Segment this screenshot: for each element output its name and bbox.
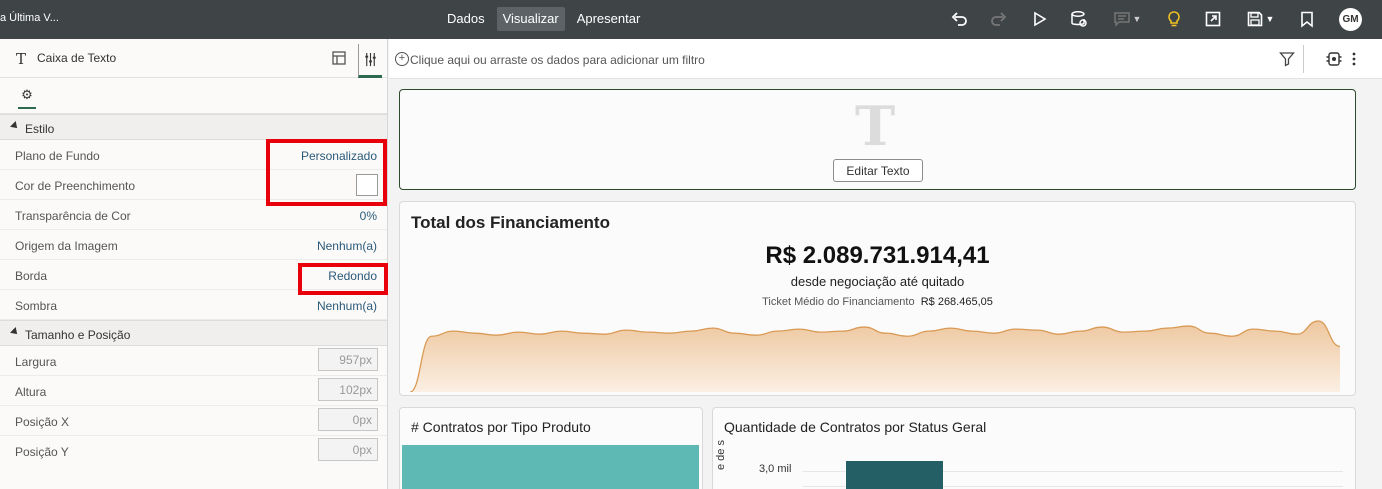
save-menu-icon[interactable]: ▼ bbox=[1243, 9, 1277, 29]
undo-icon[interactable] bbox=[949, 9, 969, 29]
mode-tabs: Dados Visualizar Apresentar bbox=[441, 7, 646, 31]
export-icon[interactable] bbox=[1203, 9, 1223, 29]
prop-width: Largura bbox=[0, 346, 387, 376]
chart1-title: # Contratos por Tipo Produto bbox=[411, 419, 591, 435]
prop-transparency-value[interactable]: 0% bbox=[360, 209, 377, 223]
chart2-bar[interactable] bbox=[846, 461, 943, 489]
bookmark-icon[interactable] bbox=[1297, 9, 1317, 29]
kpi-title: Total dos Financiamento bbox=[411, 213, 610, 232]
kpi-visual[interactable]: Total dos Financiamento R$ 2.089.731.914… bbox=[399, 201, 1356, 396]
collapse-triangle-icon bbox=[10, 121, 20, 131]
kpi-metric-value: R$ 268.465,05 bbox=[920, 296, 993, 308]
section-size-title: Tamanho e Posição bbox=[25, 328, 131, 342]
redo-icon[interactable] bbox=[989, 9, 1009, 29]
filter-placeholder[interactable]: Clique aqui ou arraste os dados para adi… bbox=[410, 53, 705, 67]
posx-input[interactable] bbox=[318, 408, 378, 431]
section-style-title: Estilo bbox=[25, 122, 55, 136]
chart1-bar[interactable] bbox=[402, 445, 699, 489]
filter-bar[interactable]: + Clique aqui ou arraste os dados para a… bbox=[389, 39, 1382, 79]
chart2-y-tick: 3,0 mil bbox=[759, 463, 792, 475]
chart-contracts-by-status[interactable]: Quantidade de Contratos por Status Geral… bbox=[712, 407, 1356, 489]
prop-width-label: Largura bbox=[15, 355, 57, 369]
prop-posy: Posição Y bbox=[0, 436, 387, 466]
top-bar: a Última V... Dados Visualizar Apresenta… bbox=[0, 0, 1382, 39]
prop-fill-color-label: Cor de Preenchimento bbox=[15, 179, 136, 193]
prop-posy-label: Posição Y bbox=[15, 445, 69, 459]
play-icon[interactable] bbox=[1029, 9, 1049, 29]
highlight-box-border bbox=[298, 263, 388, 295]
prop-border-label: Borda bbox=[15, 269, 48, 283]
gear-icon[interactable]: ⚙ bbox=[18, 87, 36, 109]
prop-posx-label: Posição X bbox=[15, 415, 70, 429]
prop-height-label: Altura bbox=[15, 385, 47, 399]
section-style-header[interactable]: Estilo bbox=[0, 114, 387, 140]
collapse-triangle-icon bbox=[10, 327, 20, 337]
more-options-icon[interactable] bbox=[1352, 51, 1360, 67]
tab-visualizar[interactable]: Visualizar bbox=[496, 7, 565, 31]
prop-height: Altura bbox=[0, 376, 387, 406]
text-placeholder-icon: T bbox=[855, 94, 896, 158]
comment-menu-icon[interactable]: ▼ bbox=[1110, 9, 1144, 29]
tab-apresentar[interactable]: Apresentar bbox=[571, 7, 647, 31]
avatar[interactable]: GM bbox=[1339, 8, 1362, 31]
prop-shadow-label: Sombra bbox=[15, 299, 58, 313]
canvas-properties-icon[interactable] bbox=[1326, 51, 1342, 67]
workbook-title[interactable]: a Última V... bbox=[0, 12, 59, 24]
properties-tab-icon[interactable] bbox=[358, 44, 382, 78]
sparkline-area bbox=[410, 321, 1340, 392]
kpi-value: R$ 2.089.731.914,41 bbox=[765, 242, 990, 269]
kpi-metric: Ticket Médio do Financiamento R$ 268.465… bbox=[400, 296, 1355, 308]
prop-image-source-label: Origem da Imagem bbox=[15, 239, 118, 253]
text-box-icon: T bbox=[16, 50, 27, 68]
posy-input[interactable] bbox=[318, 438, 378, 461]
width-input[interactable] bbox=[318, 348, 378, 371]
chart2-y-axis-label: e de s bbox=[715, 440, 727, 470]
settings-tab-row: ⚙ bbox=[0, 78, 387, 114]
text-box-visual[interactable]: T Editar Texto bbox=[399, 89, 1356, 190]
prop-background-label: Plano de Fundo bbox=[15, 149, 100, 163]
kpi-subtitle: desde negociação até quitado bbox=[790, 274, 965, 289]
panel-title: Caixa de Texto bbox=[37, 51, 117, 65]
lightbulb-icon[interactable] bbox=[1164, 9, 1184, 29]
add-filter-icon[interactable]: + bbox=[395, 52, 409, 66]
prop-posx: Posição X bbox=[0, 406, 387, 436]
kpi-metric-label: Ticket Médio do Financiamento bbox=[762, 296, 915, 308]
tab-dados[interactable]: Dados bbox=[441, 7, 491, 31]
data-refresh-icon[interactable] bbox=[1069, 9, 1089, 29]
highlight-box-background bbox=[266, 139, 387, 206]
filter-icon[interactable] bbox=[1279, 51, 1295, 67]
chart-contracts-by-product[interactable]: # Contratos por Tipo Produto bbox=[399, 407, 703, 489]
prop-transparency-label: Transparência de Cor bbox=[15, 209, 131, 223]
divider bbox=[1303, 45, 1304, 73]
panel-header: T Caixa de Texto bbox=[0, 39, 387, 78]
layout-icon[interactable] bbox=[331, 50, 347, 66]
prop-image-source-value[interactable]: Nenhum(a) bbox=[317, 239, 377, 253]
sparkline-chart bbox=[410, 320, 1340, 392]
height-input[interactable] bbox=[318, 378, 378, 401]
prop-image-source: Origem da Imagem Nenhum(a) bbox=[0, 230, 387, 260]
section-size-header[interactable]: Tamanho e Posição bbox=[0, 320, 387, 346]
edit-text-button[interactable]: Editar Texto bbox=[833, 159, 923, 182]
prop-shadow-value[interactable]: Nenhum(a) bbox=[317, 299, 377, 313]
chart2-title: Quantidade de Contratos por Status Geral bbox=[724, 419, 987, 435]
